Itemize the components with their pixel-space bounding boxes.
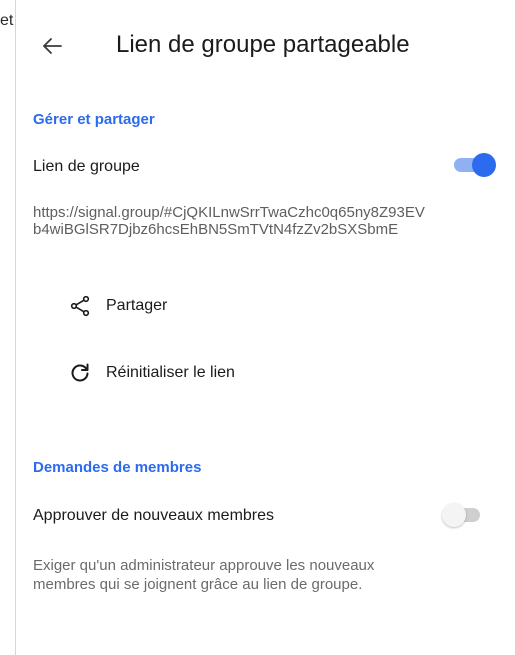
toggle-thumb [472, 153, 496, 177]
back-button[interactable] [36, 30, 68, 62]
group-link-settings-screen: et Lien de groupe partageable Gérer et p… [0, 0, 515, 655]
app-bar: Lien de groupe partageable [16, 0, 515, 92]
refresh-icon [68, 361, 92, 385]
page-title: Lien de groupe partageable [116, 31, 410, 58]
group-link-url: https://signal.group/#CjQKILnwSrrTwaCzhc… [33, 204, 425, 238]
arrow-left-icon [43, 38, 62, 54]
reset-link-label: Réinitialiser le lien [106, 364, 235, 381]
share-label: Partager [106, 297, 168, 314]
clipped-edge-text: et [0, 12, 14, 29]
section-header-manage: Gérer et partager [33, 111, 155, 128]
share-button[interactable]: Partager [68, 290, 167, 322]
approve-members-description: Exiger qu'un administrateur approuve les… [33, 557, 375, 593]
approve-members-toggle[interactable] [442, 502, 486, 528]
toggle-thumb [442, 503, 466, 527]
approve-members-label: Approuver de nouveaux membres [33, 507, 275, 524]
reset-link-button[interactable]: Réinitialiser le lien [68, 357, 235, 389]
group-link-toggle[interactable] [452, 152, 496, 178]
share-icon [68, 294, 92, 318]
panel-divider [15, 0, 16, 655]
section-header-member-requests: Demandes de membres [33, 459, 202, 476]
group-link-label: Lien de groupe [33, 158, 140, 175]
